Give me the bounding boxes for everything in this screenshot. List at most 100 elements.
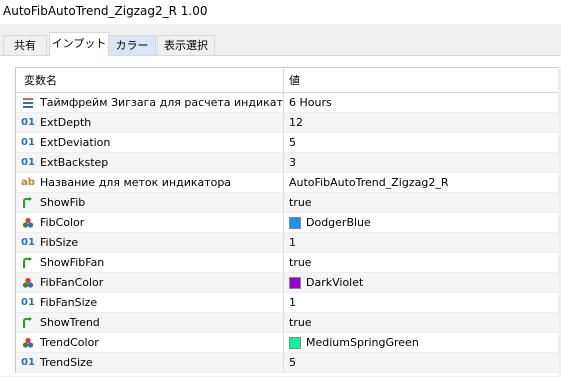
param-value[interactable]: AutoFibAutoTrend_Zigzag2_R <box>289 176 448 189</box>
table-row[interactable]: 01 ExtDepth 12 <box>16 113 561 133</box>
param-value[interactable]: DodgerBlue <box>306 216 371 229</box>
param-name: ExtDepth <box>40 116 92 129</box>
column-header-name[interactable]: 変数名 <box>16 68 284 92</box>
param-value-cell[interactable]: true <box>285 193 561 212</box>
param-value[interactable]: MediumSpringGreen <box>306 336 419 349</box>
bool-icon <box>21 256 35 270</box>
param-name-cell: ab Название для меток индикатора <box>16 173 284 192</box>
table-row[interactable]: FibFanColor DarkViolet <box>16 273 561 293</box>
param-name: Таймфрейм Зигзага для расчета индикатора <box>40 96 284 109</box>
param-value[interactable]: 6 Hours <box>289 96 332 109</box>
tab-visualization[interactable]: 表示選択 <box>157 35 215 55</box>
param-value[interactable]: 5 <box>289 356 296 369</box>
color-swatch[interactable] <box>289 276 301 289</box>
param-value[interactable]: DarkViolet <box>306 276 363 289</box>
integer-icon: 01 <box>21 157 35 168</box>
table-row[interactable]: 01 FibSize 1 <box>16 233 561 253</box>
param-name: FibColor <box>40 216 85 229</box>
param-name: TrendSize <box>40 356 93 369</box>
tab-inputs[interactable]: インプット <box>49 32 109 56</box>
param-name: FibSize <box>40 236 79 249</box>
table-body: Таймфрейм Зигзага для расчета индикатора… <box>16 93 561 373</box>
param-name-cell: 01 FibSize <box>16 233 284 252</box>
color-icon <box>21 336 35 350</box>
integer-icon: 01 <box>21 297 35 308</box>
param-name-cell: 01 FibFanSize <box>16 293 284 312</box>
param-value-cell[interactable]: 12 <box>285 113 561 132</box>
param-name-cell: 01 ExtDepth <box>16 113 284 132</box>
integer-icon: 01 <box>21 117 35 128</box>
integer-icon: 01 <box>21 137 35 148</box>
table-row[interactable]: 01 FibFanSize 1 <box>16 293 561 313</box>
param-value[interactable]: 1 <box>289 236 296 249</box>
table-row[interactable]: TrendColor MediumSpringGreen <box>16 333 561 353</box>
tab-colors[interactable]: カラー <box>108 35 156 55</box>
color-icon <box>21 216 35 230</box>
param-name-cell: ShowFib <box>16 193 284 212</box>
param-name: ShowTrend <box>40 316 100 329</box>
param-name: ExtBackstep <box>40 156 109 169</box>
param-value[interactable]: 5 <box>289 136 296 149</box>
param-value[interactable]: 12 <box>289 116 303 129</box>
column-header-value[interactable]: 値 <box>285 68 561 92</box>
param-value[interactable]: 3 <box>289 156 296 169</box>
param-name-cell: FibFanColor <box>16 273 284 292</box>
param-name: ExtDeviation <box>40 136 111 149</box>
param-name: ShowFibFan <box>40 256 105 269</box>
table-row[interactable]: 01 TrendSize 5 <box>16 353 561 373</box>
param-value-cell[interactable]: DodgerBlue <box>285 213 561 232</box>
integer-icon: 01 <box>21 237 35 248</box>
color-swatch[interactable] <box>289 336 301 349</box>
table-header: 変数名 値 <box>16 68 561 93</box>
param-value-cell[interactable]: 5 <box>285 353 561 372</box>
param-name-cell: 01 ExtDeviation <box>16 133 284 152</box>
param-name-cell: 01 TrendSize <box>16 353 284 372</box>
param-name-cell: 01 ExtBackstep <box>16 153 284 172</box>
param-value-cell[interactable]: DarkViolet <box>285 273 561 292</box>
title-bar: AutoFibAutoTrend_Zigzag2_R 1.00 <box>0 0 561 24</box>
window-title: AutoFibAutoTrend_Zigzag2_R 1.00 <box>3 4 208 18</box>
integer-icon: 01 <box>21 357 35 368</box>
param-value[interactable]: 1 <box>289 296 296 309</box>
tab-bar: 共有 インプット カラー 表示選択 <box>0 24 561 56</box>
table-row[interactable]: 01 ExtBackstep 3 <box>16 153 561 173</box>
param-name-cell: ShowTrend <box>16 313 284 332</box>
param-value-cell[interactable]: 1 <box>285 293 561 312</box>
param-value-cell[interactable]: 3 <box>285 153 561 172</box>
param-value-cell[interactable]: 5 <box>285 133 561 152</box>
param-name-cell: ShowFibFan <box>16 253 284 272</box>
table-row[interactable]: FibColor DodgerBlue <box>16 213 561 233</box>
param-value-cell[interactable]: true <box>285 253 561 272</box>
param-value[interactable]: true <box>289 316 312 329</box>
tab-common[interactable]: 共有 <box>3 35 47 55</box>
string-icon: ab <box>21 177 35 188</box>
param-name-cell: TrendColor <box>16 333 284 352</box>
param-value[interactable]: true <box>289 256 312 269</box>
param-name: FibFanColor <box>40 276 104 289</box>
table-row[interactable]: ShowTrend true <box>16 313 561 333</box>
param-name: TrendColor <box>40 336 99 349</box>
param-name-cell: FibColor <box>16 213 284 232</box>
color-swatch[interactable] <box>289 216 301 229</box>
enum-icon <box>21 96 35 110</box>
param-value[interactable]: true <box>289 196 312 209</box>
param-value-cell[interactable]: AutoFibAutoTrend_Zigzag2_R <box>285 173 561 192</box>
inputs-table: 変数名 値 Таймфрейм Зигзага для расчета инди… <box>15 67 561 373</box>
param-value-cell[interactable]: 6 Hours <box>285 93 561 112</box>
param-name: FibFanSize <box>40 296 98 309</box>
param-name: Название для меток индикатора <box>40 176 232 189</box>
color-icon <box>21 276 35 290</box>
table-row[interactable]: ab Название для меток индикатора AutoFibAu… <box>16 173 561 193</box>
param-name-cell: Таймфрейм Зигзага для расчета индикатора <box>16 93 284 112</box>
table-row[interactable]: Таймфрейм Зигзага для расчета индикатора… <box>16 93 561 113</box>
param-value-cell[interactable]: true <box>285 313 561 332</box>
inputs-panel: 変数名 値 Таймфрейм Зигзага для расчета инди… <box>0 55 561 377</box>
table-row[interactable]: 01 ExtDeviation 5 <box>16 133 561 153</box>
table-row[interactable]: ShowFib true <box>16 193 561 213</box>
bool-icon <box>21 316 35 330</box>
bool-icon <box>21 196 35 210</box>
param-name: ShowFib <box>40 196 86 209</box>
param-value-cell[interactable]: 1 <box>285 233 561 252</box>
param-value-cell[interactable]: MediumSpringGreen <box>285 333 561 352</box>
table-row[interactable]: ShowFibFan true <box>16 253 561 273</box>
